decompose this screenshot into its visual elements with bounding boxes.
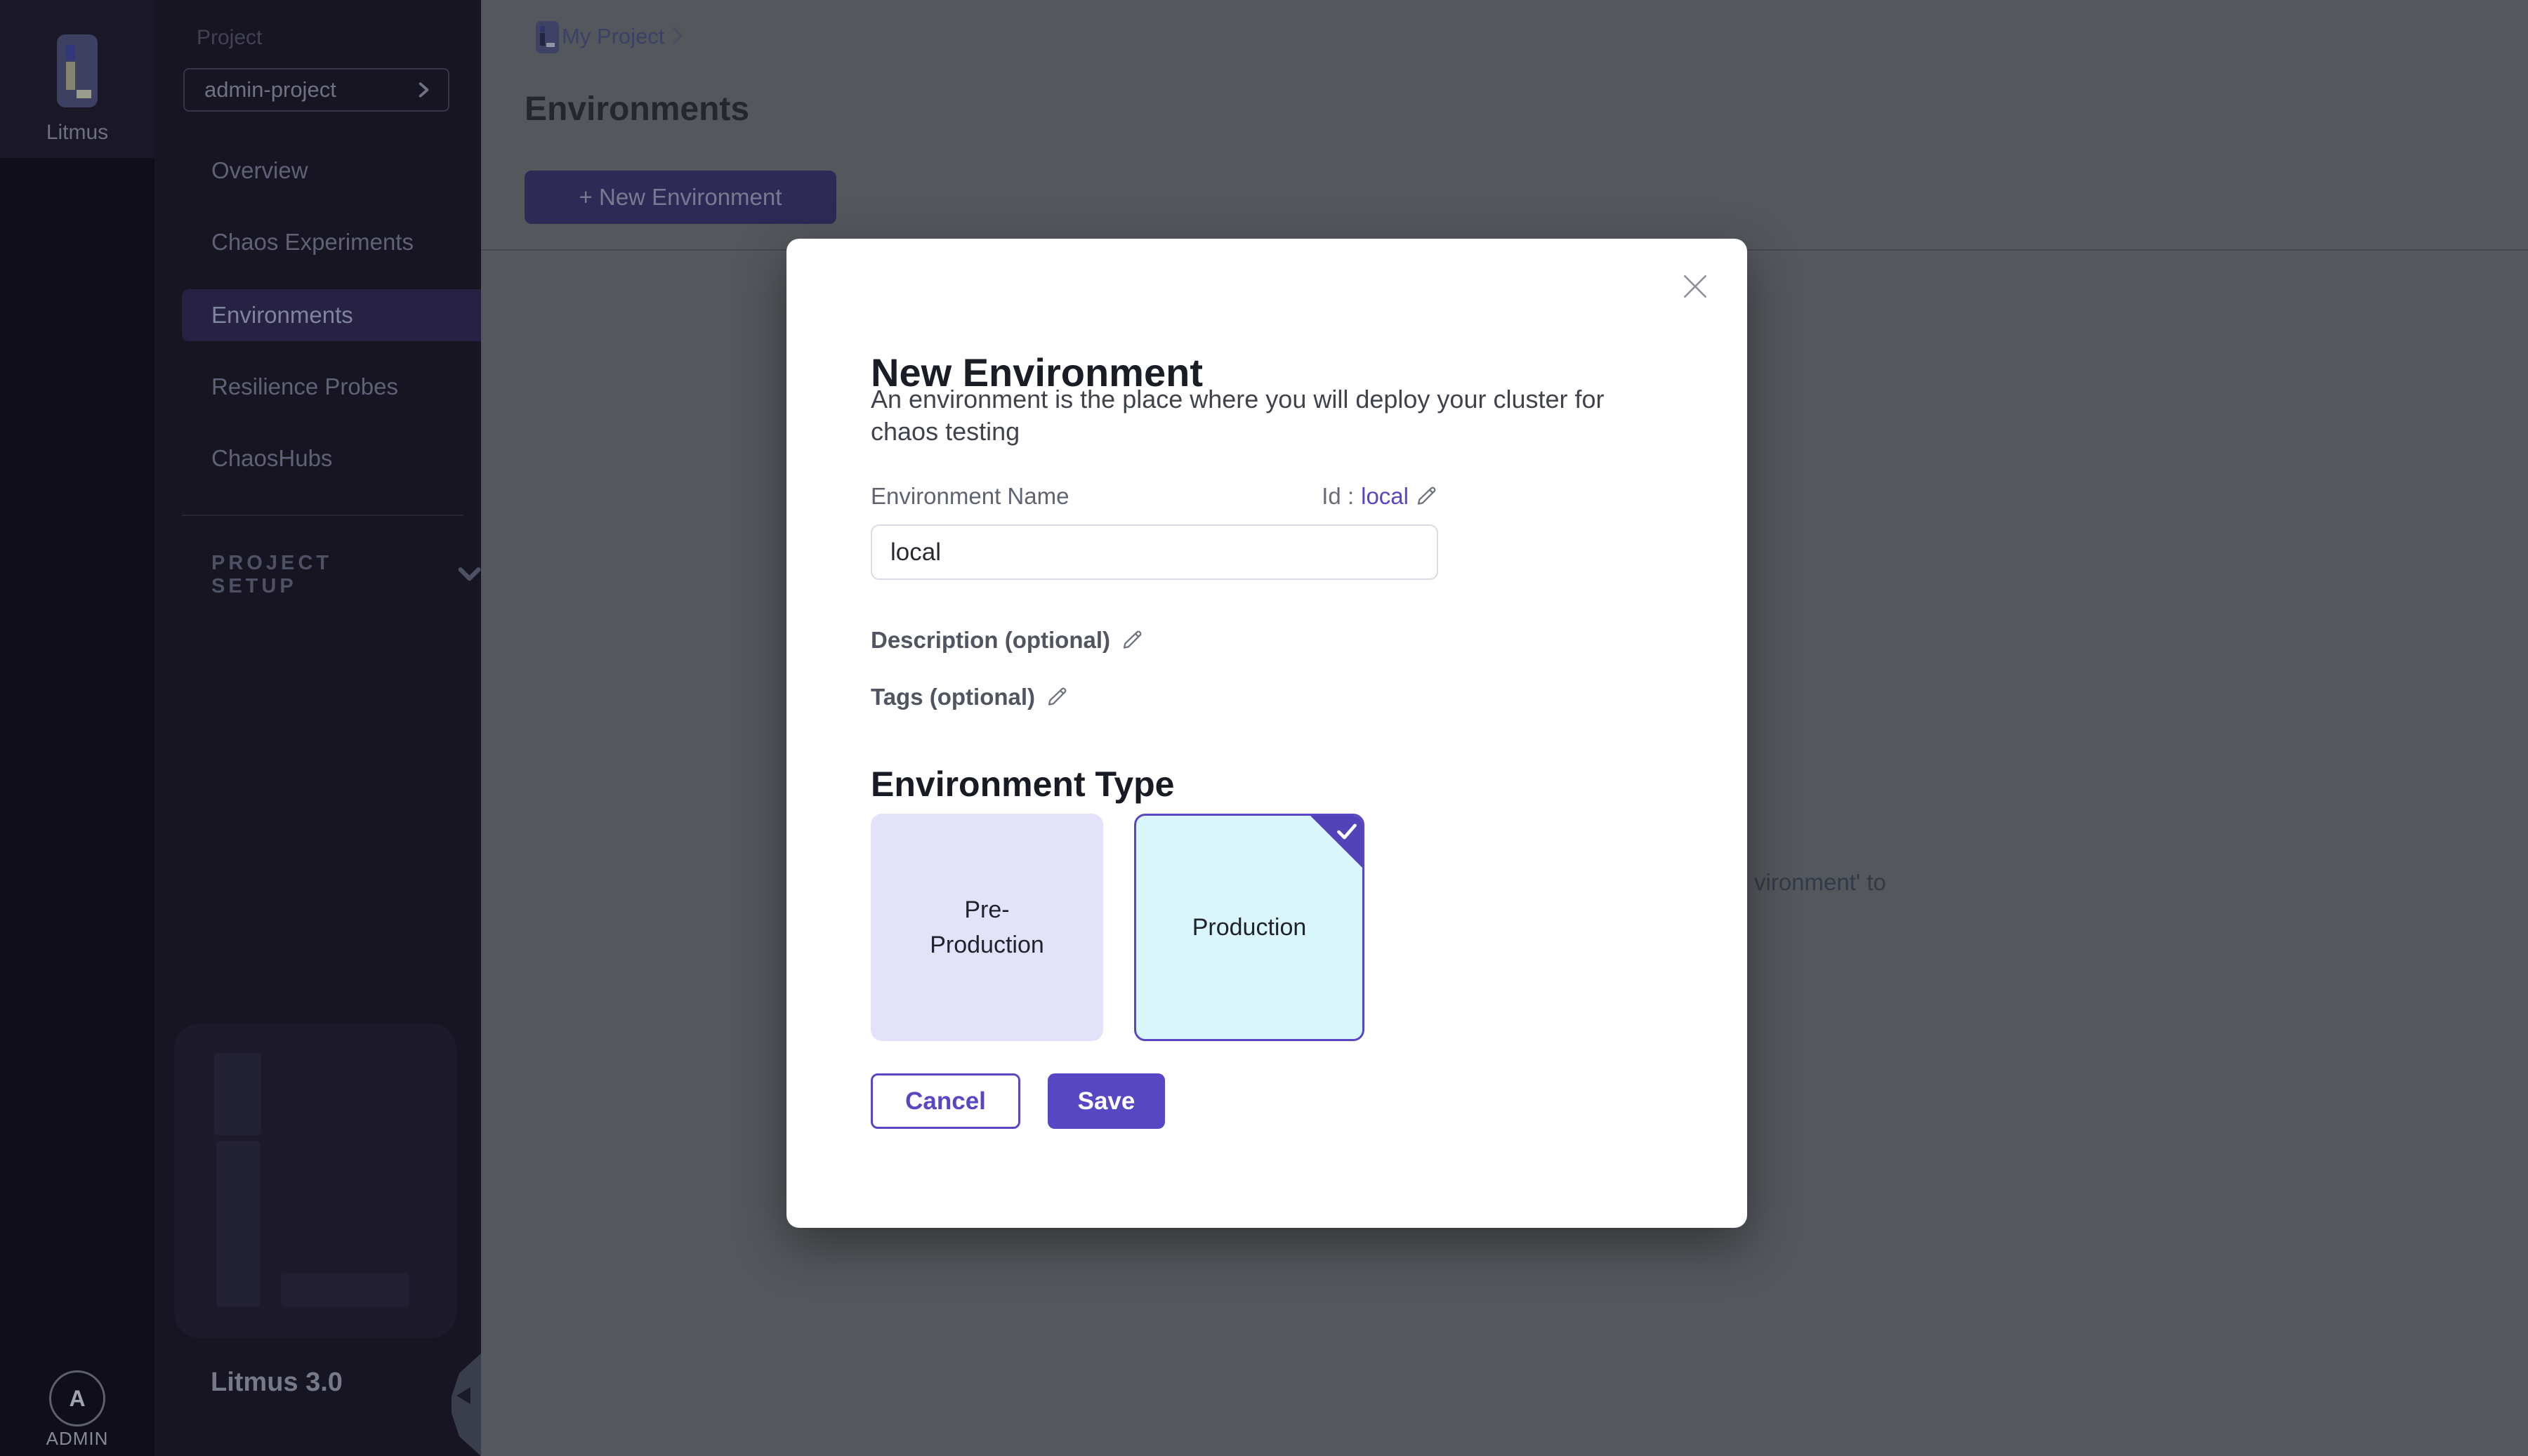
- edit-id-icon[interactable]: [1416, 485, 1438, 508]
- sidebar-item-resilience-probes[interactable]: Resilience Probes: [154, 361, 481, 413]
- version-text: Litmus 3.0: [211, 1368, 343, 1398]
- breadcrumb-project-icon: [536, 21, 559, 53]
- admin-label: ADMIN: [0, 1428, 154, 1450]
- skeleton-block: [281, 1273, 409, 1308]
- check-icon: [1336, 822, 1357, 842]
- avatar[interactable]: A: [49, 1370, 105, 1427]
- environment-type-heading: Environment Type: [871, 764, 1174, 805]
- empty-state-text-fragment: vironment' to: [1754, 869, 1886, 896]
- modal-description-line1: An environment is the place where you wi…: [871, 383, 1727, 416]
- logo-block: Litmus: [0, 0, 154, 158]
- collapse-sidebar-icon: [456, 1387, 470, 1404]
- sidebar-item-chaos-experiments[interactable]: Chaos Experiments: [154, 216, 481, 268]
- page-title: Environments: [525, 90, 749, 128]
- edit-description-icon: [1121, 629, 1144, 651]
- project-name: admin-project: [204, 77, 336, 102]
- sidebar-skeleton-card: [174, 1024, 456, 1338]
- tags-toggle[interactable]: Tags (optional): [871, 684, 1069, 710]
- edit-tags-icon: [1046, 686, 1069, 708]
- skeleton-block: [216, 1141, 260, 1307]
- environment-name-label: Environment Name: [871, 483, 1069, 510]
- chevron-right-icon: [414, 81, 433, 99]
- breadcrumb[interactable]: My Project: [562, 24, 664, 49]
- chevron-down-icon: [458, 567, 481, 583]
- logo-text: Litmus: [0, 121, 154, 145]
- modal-description-line2: chaos testing: [871, 416, 1727, 448]
- save-button[interactable]: Save: [1048, 1073, 1165, 1129]
- project-setup-toggle[interactable]: PROJECT SETUP: [211, 552, 481, 598]
- project-selector[interactable]: admin-project: [183, 68, 449, 112]
- skeleton-block: [214, 1053, 261, 1135]
- environment-name-input[interactable]: [871, 524, 1438, 580]
- menu-divider: [182, 515, 463, 516]
- sidebar-item-overview[interactable]: Overview: [154, 145, 481, 197]
- tags-label: Tags (optional): [871, 684, 1035, 710]
- close-icon[interactable]: [1680, 271, 1711, 302]
- description-toggle[interactable]: Description (optional): [871, 627, 1144, 654]
- project-label: Project: [197, 26, 262, 50]
- description-label: Description (optional): [871, 627, 1110, 654]
- id-label: Id :: [1322, 483, 1354, 510]
- sidebar-item-environments[interactable]: Environments: [182, 289, 481, 341]
- modal-description: An environment is the place where you wi…: [871, 383, 1727, 448]
- new-environment-modal: New Environment An environment is the pl…: [786, 239, 1747, 1228]
- environment-name-row: Environment Name Id : local: [871, 483, 1438, 510]
- sidebar-menu: Project admin-project Overview Chaos Exp…: [154, 0, 481, 1456]
- environment-id-group: Id : local: [1322, 483, 1438, 510]
- litmus-app: Litmus A ADMIN Project admin-project Ove…: [0, 0, 2528, 1456]
- id-value: local: [1361, 483, 1409, 510]
- sidebar-item-chaoshubs[interactable]: ChaosHubs: [154, 432, 481, 484]
- project-setup-label: PROJECT SETUP: [211, 552, 421, 598]
- type-card-label: Pre-Production: [921, 892, 1054, 962]
- type-card-label: Production: [1192, 910, 1307, 945]
- cancel-button[interactable]: Cancel: [871, 1073, 1020, 1129]
- new-environment-button[interactable]: + New Environment: [525, 171, 836, 224]
- type-card-pre-production[interactable]: Pre-Production: [871, 814, 1103, 1041]
- litmus-logo-icon: [57, 34, 98, 107]
- selected-corner-badge: [1310, 815, 1363, 868]
- type-card-production[interactable]: Production: [1134, 814, 1364, 1041]
- sidebar-rail: Litmus A ADMIN: [0, 0, 154, 1456]
- breadcrumb-chevron-icon: [671, 27, 685, 45]
